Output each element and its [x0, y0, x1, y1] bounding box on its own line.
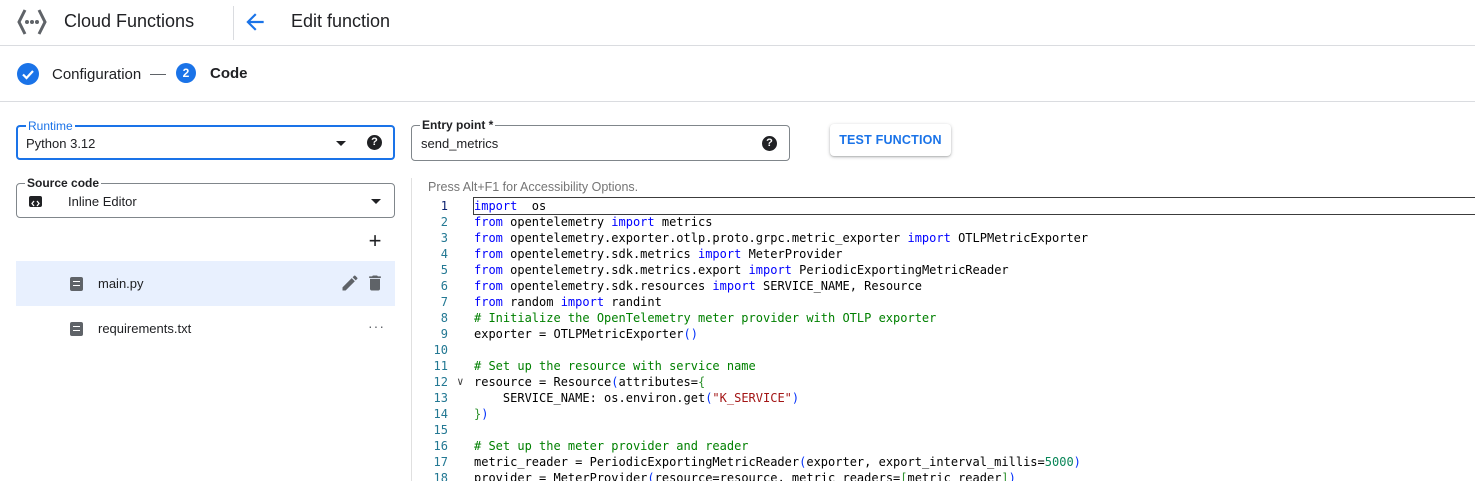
- step-configuration[interactable]: Configuration: [52, 66, 141, 83]
- line-text: }): [474, 407, 489, 421]
- line-number: 11: [433, 359, 448, 373]
- more-options-icon[interactable]: ···: [368, 318, 385, 334]
- add-file-button[interactable]: +: [366, 230, 384, 252]
- line-text: from opentelemetry.exporter.otlp.proto.g…: [474, 231, 1089, 245]
- line-text: # Set up the resource with service name: [474, 359, 756, 373]
- runtime-label: Runtime: [26, 119, 75, 133]
- line-number: 4: [440, 247, 448, 261]
- code-line[interactable]: 10: [411, 342, 1475, 358]
- code-line[interactable]: 8 # Initialize the OpenTelemetry meter pr…: [411, 310, 1475, 326]
- file-name: requirements.txt: [98, 321, 192, 336]
- code-line[interactable]: 9 exporter = OTLPMetricExporter(): [411, 326, 1475, 342]
- line-number: 1: [440, 199, 448, 213]
- code-line[interactable]: 17 metric_reader = PeriodicExportingMetri…: [411, 454, 1475, 470]
- test-function-button[interactable]: TEST FUNCTION: [830, 124, 951, 156]
- header-divider: [233, 6, 234, 40]
- line-number: 17: [433, 455, 448, 469]
- file-row-requirements-txt[interactable]: requirements.txt ···: [16, 306, 395, 351]
- page-title: Edit function: [291, 11, 391, 31]
- line-number: 18: [433, 471, 448, 481]
- top-bar: Cloud Functions Edit function: [0, 0, 1475, 46]
- line-number: 2: [440, 215, 448, 229]
- code-line[interactable]: 12 ∨ resource = Resource(attributes={: [411, 374, 1475, 390]
- line-text: from opentelemetry.sdk.resources import …: [474, 279, 922, 293]
- code-line[interactable]: 15: [411, 422, 1475, 438]
- file-icon: [70, 322, 83, 336]
- line-text: SERVICE_NAME: os.environ.get("K_SERVICE"…: [474, 391, 800, 405]
- line-number: 15: [433, 423, 448, 437]
- accessibility-hint: Press Alt+F1 for Accessibility Options.: [428, 180, 639, 194]
- line-text: # Initialize the OpenTelemetry meter pro…: [474, 311, 937, 325]
- line-number: 16: [433, 439, 448, 453]
- help-icon[interactable]: ?: [762, 136, 777, 151]
- source-code-select[interactable]: Source code Inline Editor: [16, 176, 395, 218]
- code-line[interactable]: 13 SERVICE_NAME: os.environ.get("K_SERVI…: [411, 390, 1475, 406]
- code-editor[interactable]: Press Alt+F1 for Accessibility Options. …: [411, 178, 1475, 481]
- line-text: from opentelemetry.sdk.metrics.export im…: [474, 263, 1009, 277]
- line-text: # Set up the meter provider and reader: [474, 439, 749, 453]
- line-text: metric_reader = PeriodicExportingMetricR…: [474, 455, 1081, 469]
- code-line[interactable]: 4 from opentelemetry.sdk.metrics import M…: [411, 246, 1475, 262]
- cloud-functions-logo: [17, 9, 47, 35]
- arrow-back-icon[interactable]: [242, 9, 268, 35]
- line-text: from opentelemetry import metrics: [474, 215, 713, 229]
- code-line[interactable]: 6 from opentelemetry.sdk.resources import…: [411, 278, 1475, 294]
- code-line[interactable]: 7 from random import randint: [411, 294, 1475, 310]
- code-line[interactable]: 2 from opentelemetry import metrics: [411, 214, 1475, 230]
- code-line[interactable]: 3 from opentelemetry.exporter.otlp.proto.…: [411, 230, 1475, 246]
- line-number: 12: [433, 375, 448, 389]
- code-line[interactable]: 16 # Set up the meter provider and reader: [411, 438, 1475, 454]
- step-completed-check-icon[interactable]: [17, 63, 39, 85]
- stepper: Configuration 2 Code: [0, 47, 1475, 102]
- line-text: from random import randint: [474, 295, 662, 309]
- line-number: 13: [433, 391, 448, 405]
- line-number: 8: [440, 311, 448, 325]
- help-icon[interactable]: ?: [367, 135, 382, 150]
- line-text: exporter = OTLPMetricExporter(): [474, 327, 698, 341]
- delete-icon[interactable]: [365, 273, 385, 293]
- line-text: provider = MeterProvider(resource=resour…: [474, 471, 1016, 481]
- edit-icon[interactable]: [340, 273, 360, 293]
- entry-point-value: send_metrics: [421, 136, 499, 151]
- step-code[interactable]: Code: [210, 65, 248, 82]
- file-icon: [70, 277, 83, 291]
- chevron-down-icon: [336, 141, 346, 146]
- fold-chevron-icon[interactable]: ∨: [457, 374, 464, 390]
- runtime-select[interactable]: Runtime Python 3.12 ?: [16, 119, 395, 160]
- product-name[interactable]: Cloud Functions: [64, 11, 194, 32]
- code-editor-icon: [29, 196, 42, 207]
- code-line[interactable]: 1 import os: [411, 197, 1475, 215]
- line-number: 14: [433, 407, 448, 421]
- line-number: 5: [440, 263, 448, 277]
- code-line[interactable]: 5 from opentelemetry.sdk.metrics.export i…: [411, 262, 1475, 278]
- step-number-badge: 2: [176, 63, 196, 83]
- line-text: import os: [473, 197, 1475, 215]
- file-row-main-py[interactable]: main.py: [16, 261, 395, 306]
- line-number: 7: [440, 295, 448, 309]
- entry-point-label: Entry point *: [420, 118, 496, 132]
- code-line[interactable]: 18 provider = MeterProvider(resource=reso…: [411, 470, 1475, 481]
- line-number: 3: [440, 231, 448, 245]
- line-text: resource = Resource(attributes={: [474, 375, 706, 389]
- source-code-label: Source code: [25, 176, 102, 190]
- line-text: from opentelemetry.sdk.metrics import Me…: [474, 247, 843, 261]
- line-number: 6: [440, 279, 448, 293]
- entry-point-field[interactable]: Entry point * send_metrics ?: [411, 118, 790, 161]
- code-lines[interactable]: 1 import os 2 from opentelemetry import met…: [411, 197, 1475, 481]
- chevron-down-icon: [371, 199, 381, 204]
- line-number: 10: [433, 343, 448, 357]
- source-code-value: Inline Editor: [68, 194, 137, 209]
- step-connector: [150, 74, 166, 75]
- file-name: main.py: [98, 276, 144, 291]
- runtime-value: Python 3.12: [26, 136, 96, 151]
- line-number: 9: [440, 327, 448, 341]
- code-line[interactable]: 11 # Set up the resource with service nam…: [411, 358, 1475, 374]
- code-line[interactable]: 14}): [411, 406, 1475, 422]
